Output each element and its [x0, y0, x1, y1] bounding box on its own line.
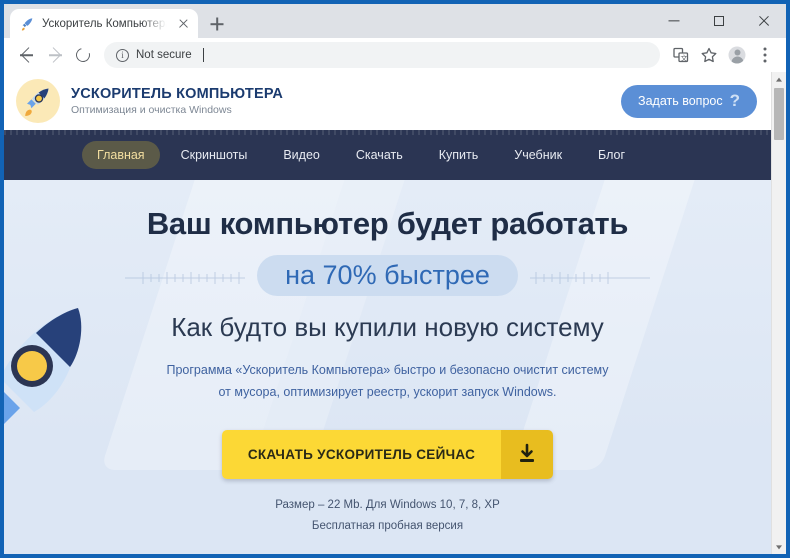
rocket-icon	[20, 16, 35, 31]
browser-toolbar: Not secure 文	[4, 38, 786, 72]
site-logo-text: УСКОРИТЕЛЬ КОМПЬЮТЕРА Оптимизация и очис…	[71, 86, 283, 116]
address-bar[interactable]: Not secure	[104, 42, 660, 68]
hero-body-line-1: Программа «Ускоритель Компьютера» быстро…	[166, 363, 609, 377]
browser-window: Ускоритель Компьютера - прог Not secure	[0, 0, 790, 558]
nav-item-kupit[interactable]: Купить	[424, 141, 494, 169]
reload-button[interactable]	[70, 42, 96, 68]
nav-item-skachat[interactable]: Скачать	[341, 141, 418, 169]
download-icon	[501, 429, 554, 479]
close-icon[interactable]	[176, 16, 191, 31]
download-note-line-1: Размер – 22 Mb. Для Windows 10, 7, 8, XP	[275, 498, 500, 511]
new-tab-button[interactable]	[203, 10, 231, 38]
forward-button[interactable]	[42, 42, 68, 68]
download-note-line-2: Бесплатная пробная версия	[311, 520, 464, 533]
question-mark-icon: ?	[729, 91, 740, 110]
nav-item-video[interactable]: Видео	[268, 141, 335, 169]
star-icon[interactable]	[696, 42, 722, 68]
site-header: УСКОРИТЕЛЬ КОМПЬЮТЕРА Оптимизация и очис…	[4, 72, 771, 130]
hero-section: risom Ваш компьютер будет работать	[4, 180, 771, 554]
hero-highlight-row: на 70% быстрее	[4, 255, 771, 296]
ruler-ticks-icon	[125, 265, 246, 287]
nav-item-blog[interactable]: Блог	[583, 141, 640, 169]
security-label: Not secure	[136, 49, 192, 61]
download-button-label: СКАЧАТЬ УСКОРИТЕЛЬ СЕЙЧАС	[221, 429, 502, 479]
page-viewport: УСКОРИТЕЛЬ КОМПЬЮТЕРА Оптимизация и очис…	[4, 72, 786, 554]
text-cursor	[202, 48, 204, 62]
download-button[interactable]: СКАЧАТЬ УСКОРИТЕЛЬ СЕЙЧАС	[221, 429, 554, 479]
nav-item-glavnaya[interactable]: Главная	[82, 141, 160, 169]
ask-question-button[interactable]: Задать вопрос ?	[621, 84, 757, 118]
ask-question-label: Задать вопрос	[638, 94, 723, 108]
window-controls	[651, 4, 786, 38]
hero-highlight: на 70% быстрее	[257, 255, 518, 296]
site-nav: Главная Скриншоты Видео Скачать Купить У…	[4, 130, 771, 180]
translate-icon[interactable]: 文	[668, 42, 694, 68]
close-window-button[interactable]	[741, 4, 786, 38]
back-button[interactable]	[14, 42, 40, 68]
browser-tab[interactable]: Ускоритель Компьютера - прог	[10, 9, 198, 38]
nav-item-uchebnik[interactable]: Учебник	[499, 141, 577, 169]
svg-text:文: 文	[681, 54, 688, 63]
hero-subheadline: Как будто вы купили новую систему	[171, 312, 604, 342]
web-page: УСКОРИТЕЛЬ КОМПЬЮТЕРА Оптимизация и очис…	[4, 72, 771, 554]
download-note: Размер – 22 Mb. Для Windows 10, 7, 8, XP…	[4, 495, 771, 538]
site-title: УСКОРИТЕЛЬ КОМПЬЮТЕРА	[71, 86, 284, 102]
ruler-ticks-icon	[529, 265, 650, 287]
minimize-button[interactable]	[651, 4, 696, 38]
avatar-icon[interactable]	[724, 42, 750, 68]
tab-title: Ускоритель Компьютера - прог	[42, 17, 169, 30]
nav-item-skrinshoty[interactable]: Скриншоты	[166, 141, 263, 169]
rocket-icon	[16, 79, 60, 123]
maximize-button[interactable]	[696, 4, 741, 38]
scroll-up-arrow-icon[interactable]	[772, 72, 786, 87]
info-circle-icon[interactable]	[116, 48, 129, 62]
hero-body-line-2: от мусора, оптимизирует реестр, ускорит …	[218, 384, 557, 399]
page-scrollbar[interactable]	[771, 72, 786, 554]
cta-container: СКАЧАТЬ УСКОРИТЕЛЬ СЕЙЧАС	[4, 429, 771, 479]
site-tagline: Оптимизация и очистка Windows	[71, 104, 232, 116]
scroll-down-arrow-icon[interactable]	[772, 539, 786, 554]
scrollbar-thumb[interactable]	[774, 88, 784, 140]
tab-strip: Ускоритель Компьютера - прог	[4, 4, 786, 38]
kebab-menu-icon[interactable]	[752, 42, 778, 68]
hero-headline: Ваш компьютер будет работать	[146, 206, 629, 241]
hero-body-copy: Программа «Ускоритель Компьютера» быстро…	[4, 360, 771, 404]
